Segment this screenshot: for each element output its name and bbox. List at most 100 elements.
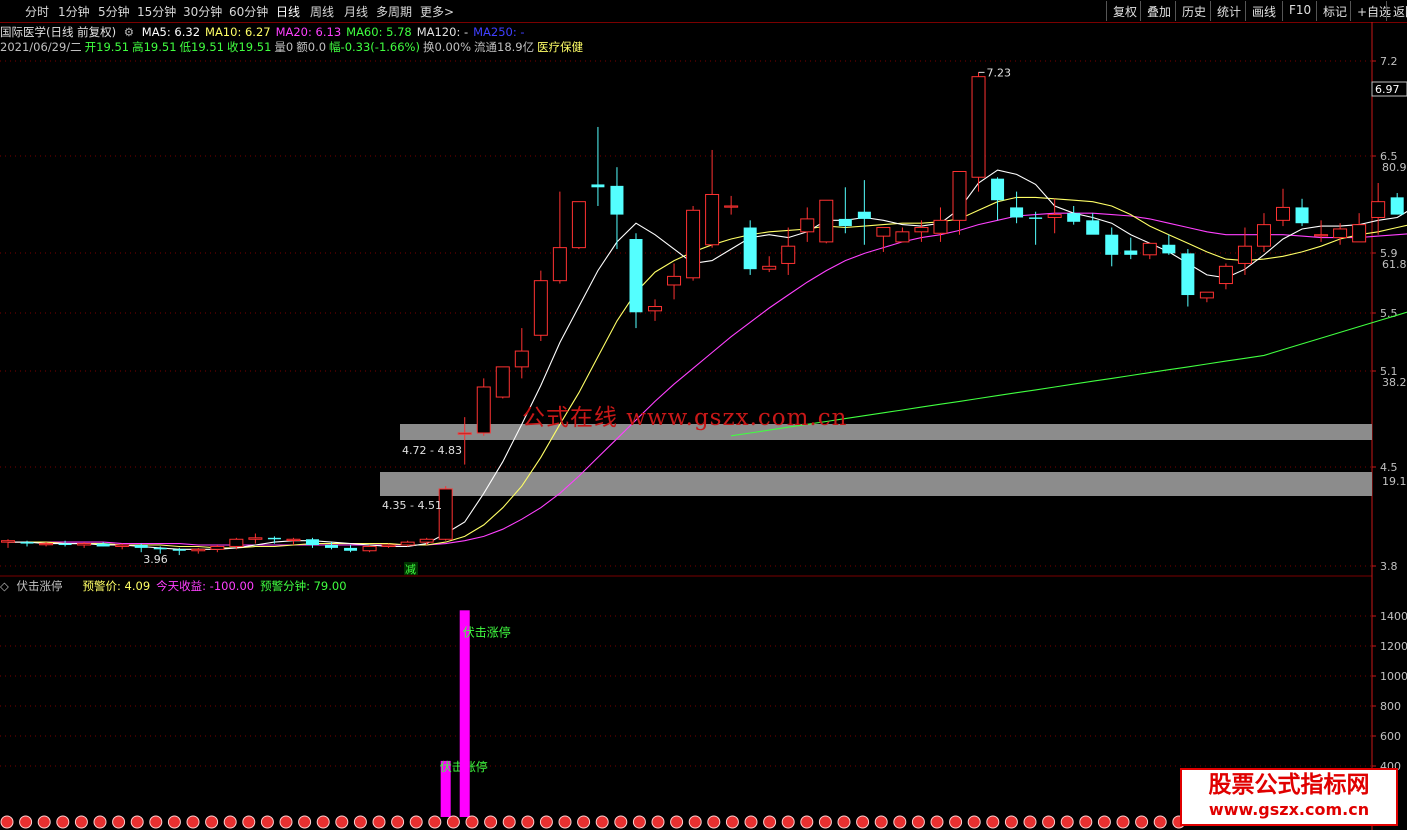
candle-body [381, 544, 396, 547]
collapse-icon[interactable]: ◇ [0, 579, 9, 593]
candle [1256, 213, 1271, 252]
candle-body [39, 543, 54, 546]
bottom-marker [242, 815, 256, 829]
volume-tick-label: 19.1 [1382, 475, 1407, 488]
sub-tick-label: 600 [1380, 730, 1401, 743]
bottom-marker [149, 815, 163, 829]
candle [476, 378, 491, 436]
candle-body [1181, 253, 1195, 296]
candle [514, 328, 529, 379]
candle-body [1352, 224, 1367, 243]
bottom-marker [595, 815, 609, 829]
bottom-marker [502, 815, 516, 829]
candle [838, 187, 852, 234]
bottom-marker [279, 815, 293, 829]
candle [362, 545, 377, 553]
bottom-marker [632, 815, 646, 829]
bottom-marker [986, 815, 1000, 829]
candle-body [1199, 291, 1214, 299]
candle-body [1371, 201, 1386, 218]
candle-body [591, 184, 605, 188]
bottom-marker [1004, 815, 1018, 829]
candle-body [743, 227, 757, 270]
bottom-marker [911, 815, 925, 829]
bottom-marker [521, 815, 535, 829]
candle [686, 205, 701, 281]
bottom-marker [167, 815, 181, 829]
bottom-marker [19, 815, 33, 829]
sub-tick-label: 1000 [1380, 670, 1407, 683]
bottom-marker [112, 815, 126, 829]
bottom-marker [930, 815, 944, 829]
candle-body [1010, 207, 1024, 218]
candle [1, 539, 15, 548]
bottom-marker [446, 815, 460, 829]
bottom-marker [614, 815, 628, 829]
candle-body [552, 247, 567, 282]
candle-body [1276, 206, 1291, 221]
candle-body [438, 488, 453, 540]
sub-tick-label: 1400 [1380, 610, 1407, 623]
candle [952, 170, 967, 235]
candle [819, 199, 834, 244]
bottom-marker [465, 815, 479, 829]
candle [667, 263, 682, 300]
bottom-marker [484, 815, 498, 829]
candle-body [1105, 234, 1119, 255]
candle [210, 545, 225, 553]
bottom-marker [223, 815, 237, 829]
candle-body [762, 265, 777, 270]
bottom-marker [74, 815, 88, 829]
logo-url: www.gszx.com.cn [1208, 800, 1370, 819]
bottom-marker [744, 815, 758, 829]
candle-body [115, 544, 130, 547]
bottom-marker [670, 815, 684, 829]
candle [1181, 249, 1195, 307]
bottom-marker [558, 815, 572, 829]
bottom-marker [781, 815, 795, 829]
candle-body [1333, 228, 1348, 239]
candle-body [952, 170, 967, 221]
candle-body [1029, 217, 1043, 219]
candle [1105, 227, 1119, 267]
candle [781, 227, 796, 275]
candle-body [476, 386, 491, 434]
indicator-label-3: 预警分钟: 79.00 [260, 579, 347, 593]
candle-body [724, 205, 739, 208]
candle [705, 149, 720, 248]
bottom-marker [837, 815, 851, 829]
bottom-marker [1097, 815, 1111, 829]
candle-body [210, 545, 225, 550]
candle [571, 201, 586, 250]
bottom-marker [130, 815, 144, 829]
candle-body [134, 545, 148, 548]
candle [762, 256, 777, 273]
candle-body [857, 211, 871, 219]
candle [248, 533, 263, 544]
price-tick-label: 4.5 [1380, 461, 1398, 474]
candle-body [286, 538, 301, 541]
candle-body [895, 231, 910, 243]
candle [857, 180, 871, 245]
candle-body [267, 537, 281, 540]
candle-body [667, 275, 682, 286]
volume-tick-label: 80.9 [1382, 161, 1407, 174]
candle-body [648, 306, 663, 312]
candle-body [1067, 213, 1081, 222]
candle-body [705, 193, 720, 246]
candle [1314, 220, 1329, 242]
candle [344, 545, 358, 553]
candle-body [400, 541, 415, 546]
bottom-marker [409, 815, 423, 829]
bottom-marker [1116, 815, 1130, 829]
candle [533, 270, 548, 342]
bottom-marker [949, 815, 963, 829]
price-tick-label: 7.2 [1380, 55, 1398, 68]
candle [1010, 191, 1024, 224]
bottom-marker [205, 815, 219, 829]
watermark-text: 公式在线 www.gszx.com.cn [522, 405, 848, 431]
candle [552, 191, 567, 284]
candle-body [1047, 214, 1062, 218]
bottom-marker [37, 815, 51, 829]
candle-body [686, 209, 701, 279]
